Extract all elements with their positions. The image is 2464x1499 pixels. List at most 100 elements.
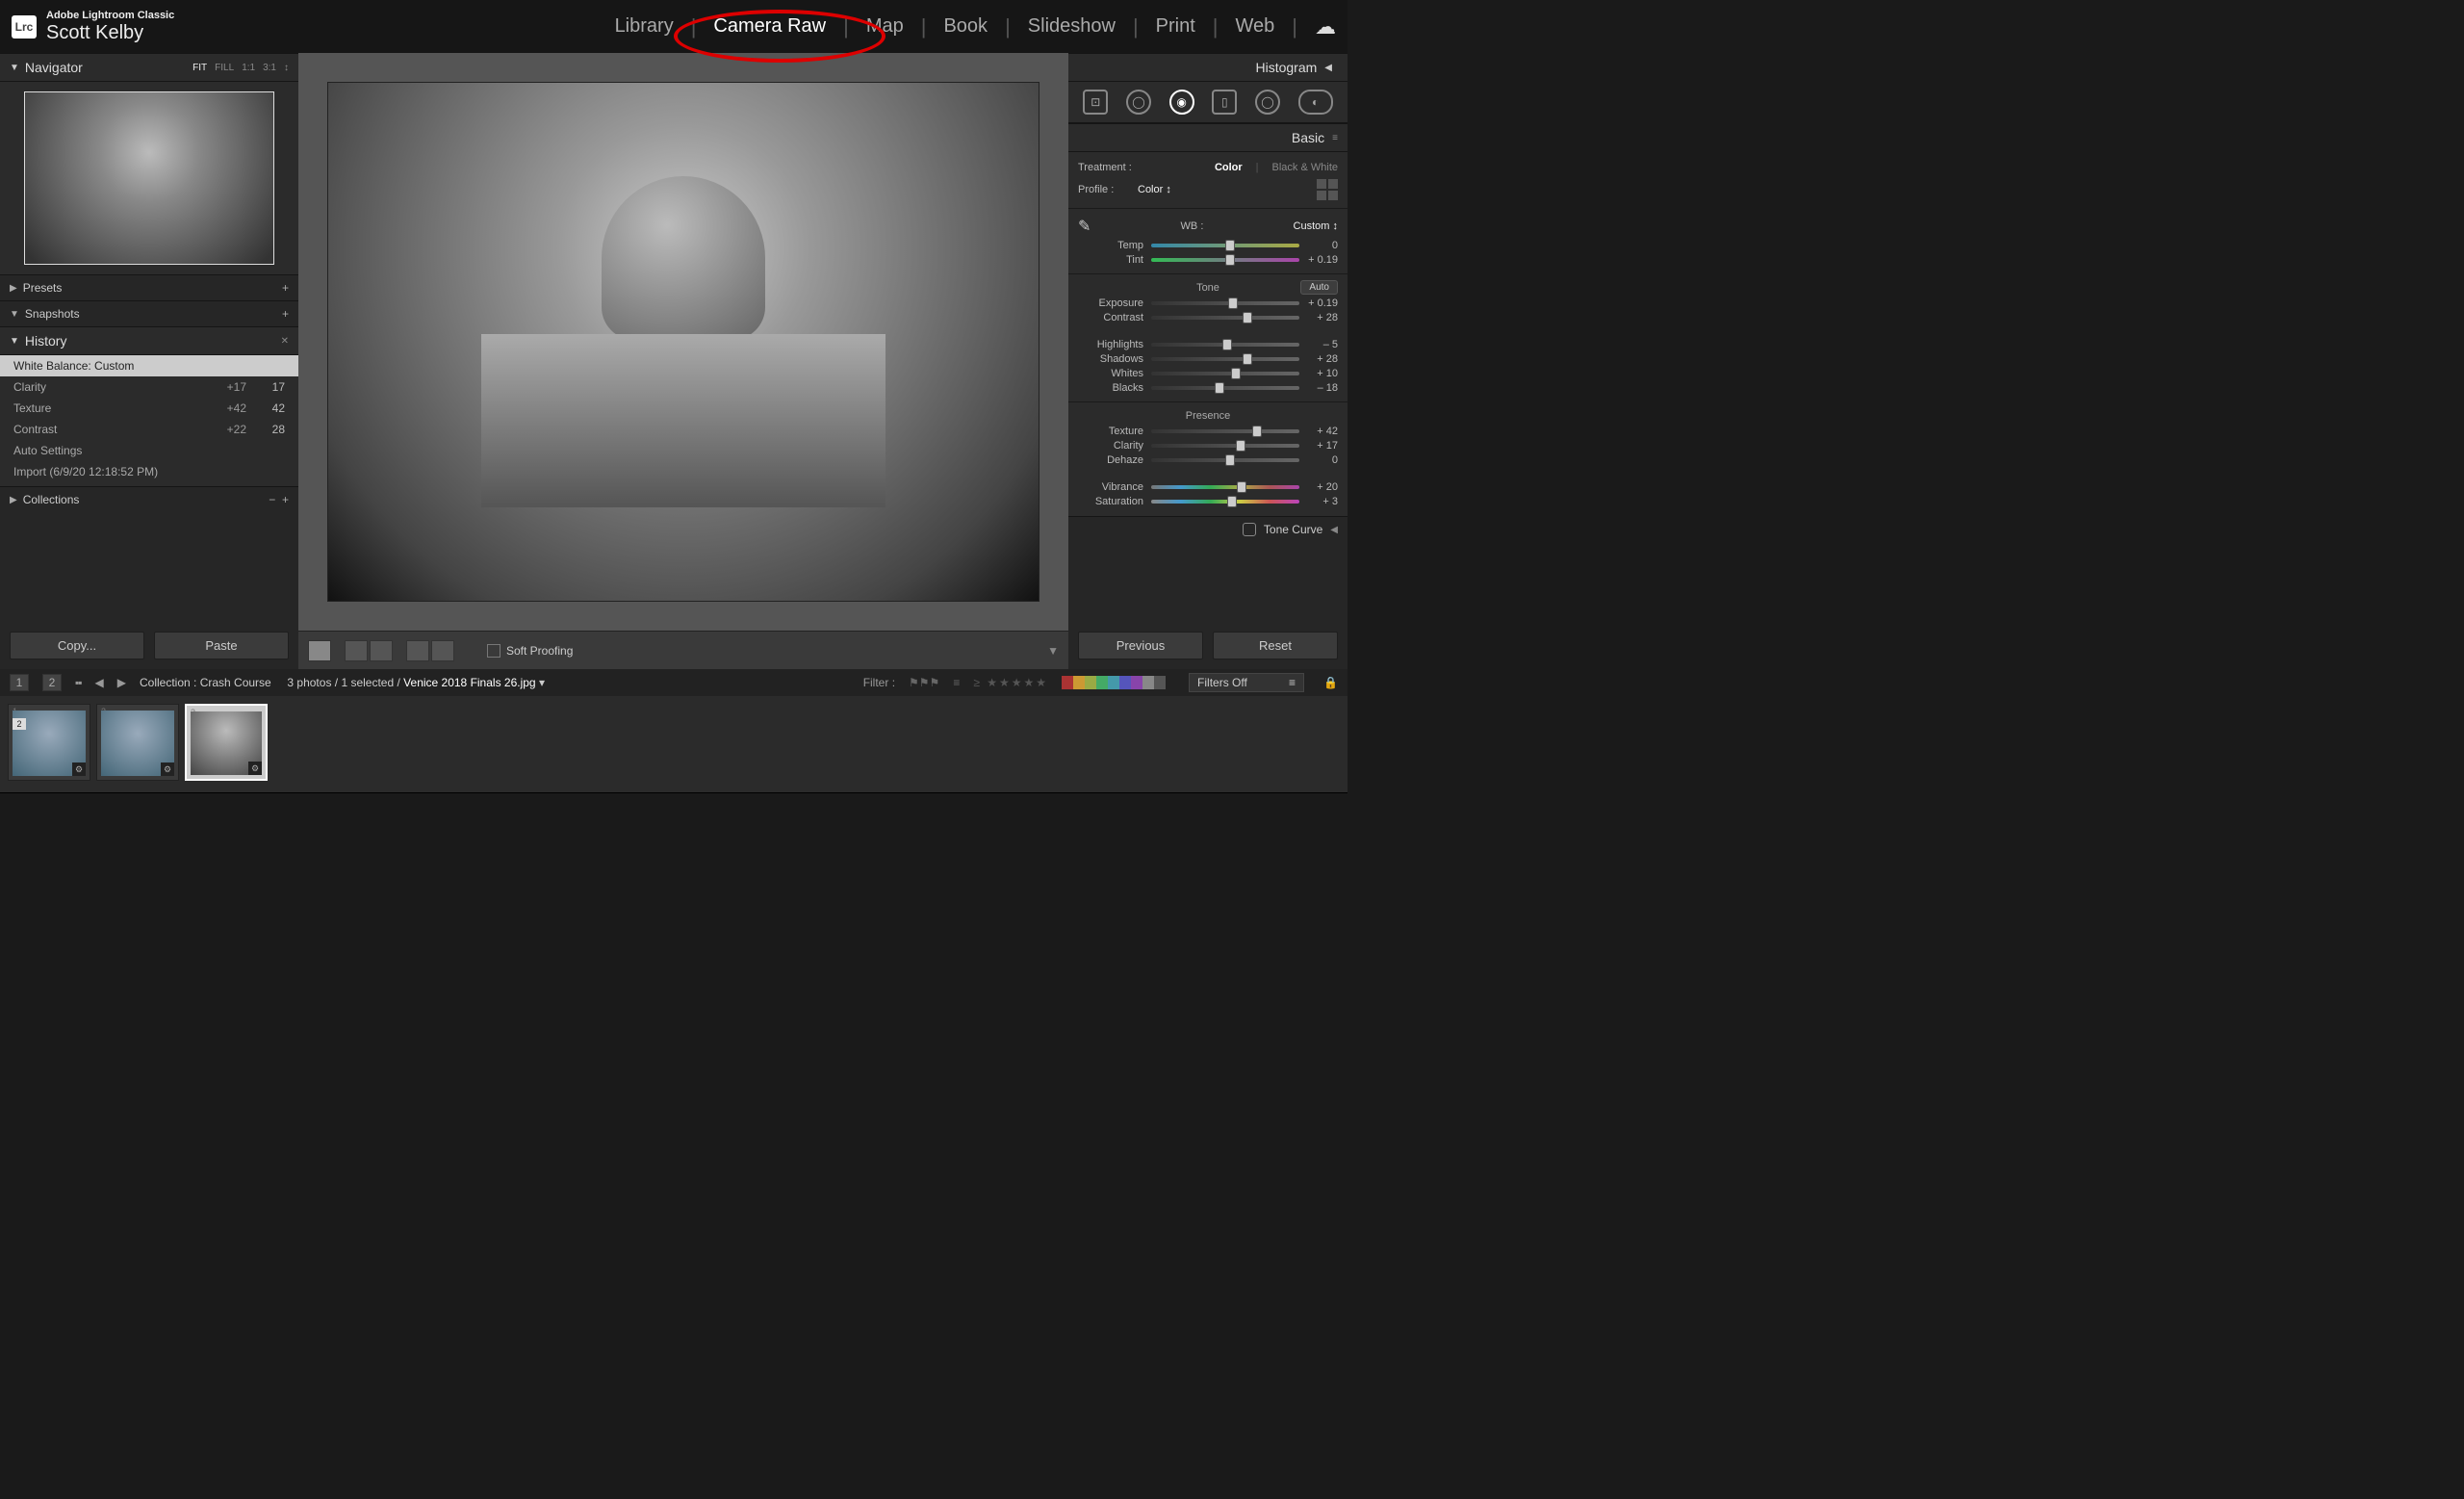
slider-highlights[interactable]: Highlights – 5 <box>1078 339 1338 350</box>
module-print[interactable]: Print <box>1139 15 1213 38</box>
module-map[interactable]: Map <box>849 15 921 38</box>
filmstrip[interactable]: 12⚙2⚙3⚙ <box>0 696 1348 792</box>
history-list: White Balance: CustomClarity+1717Texture… <box>0 355 298 486</box>
before-after-tb-button[interactable] <box>406 640 429 661</box>
histogram-header[interactable]: Histogram ◀ <box>1068 53 1348 82</box>
navigator-header[interactable]: ▼ Navigator FIT FILL 1:1 3:1 ↕ <box>0 53 298 82</box>
snapshots-section[interactable]: ▼ Snapshots + <box>0 300 298 326</box>
history-item[interactable]: Clarity+1717 <box>0 376 298 398</box>
toolbar-options-icon[interactable]: ▼ <box>1047 644 1059 658</box>
slider-dehaze[interactable]: Dehaze 0 <box>1078 454 1338 466</box>
go-forward-icon[interactable]: ▶ <box>117 676 126 689</box>
zoom-stepper-icon[interactable]: ↕ <box>284 63 289 73</box>
rating-filter[interactable]: ≥ ★★★★★ <box>973 676 1048 689</box>
cloud-sync-icon[interactable]: ☁ <box>1297 14 1336 39</box>
filmstrip-thumb[interactable]: 3⚙ <box>185 704 268 781</box>
filters-off-dropdown[interactable]: Filters Off≡ <box>1189 673 1304 692</box>
grid-icon[interactable]: ▪▪ <box>75 676 82 689</box>
previous-button[interactable]: Previous <box>1078 632 1203 659</box>
spot-removal-tool-icon[interactable]: ◯ <box>1126 90 1151 115</box>
filter-label: Filter : <box>863 676 895 689</box>
slider-texture[interactable]: Texture + 42 <box>1078 426 1338 437</box>
main-preview[interactable] <box>298 53 1068 631</box>
slider-contrast[interactable]: Contrast + 28 <box>1078 312 1338 323</box>
slider-saturation[interactable]: Saturation + 3 <box>1078 496 1338 507</box>
history-item[interactable]: Contrast+2228 <box>0 419 298 440</box>
filmstrip-thumb[interactable]: 12⚙ <box>8 704 90 781</box>
history-item[interactable]: Texture+4242 <box>0 398 298 419</box>
profile-browser-icon[interactable] <box>1317 179 1338 200</box>
zoom-1to1[interactable]: 1:1 <box>242 63 255 73</box>
add-preset-icon[interactable]: + <box>282 281 289 295</box>
module-camera-raw[interactable]: Camera Raw <box>696 15 843 38</box>
soft-proofing-checkbox[interactable] <box>487 644 500 658</box>
crop-tool-icon[interactable]: ⊡ <box>1083 90 1108 115</box>
reset-button[interactable]: Reset <box>1213 632 1338 659</box>
basic-title: Basic <box>1292 130 1324 145</box>
slider-vibrance[interactable]: Vibrance + 20 <box>1078 481 1338 493</box>
history-item[interactable]: White Balance: Custom <box>0 355 298 376</box>
source-path[interactable]: Collection : Crash Course 3 photos / 1 s… <box>140 676 545 689</box>
zoom-fit[interactable]: FIT <box>192 63 207 73</box>
before-after-lr-button[interactable] <box>345 640 368 661</box>
paste-settings-button[interactable]: Paste <box>154 632 289 659</box>
radial-filter-tool-icon[interactable]: ◯ <box>1255 90 1280 115</box>
chevron-left-icon: ◀ <box>1324 63 1332 73</box>
slider-whites[interactable]: Whites + 10 <box>1078 368 1338 379</box>
slider-temp[interactable]: Temp 0 <box>1078 240 1338 251</box>
wb-label: WB : <box>1181 220 1204 232</box>
module-web[interactable]: Web <box>1219 15 1293 38</box>
profile-dropdown[interactable]: Color ↕ <box>1138 184 1171 195</box>
color-label-filter[interactable] <box>1062 676 1166 689</box>
history-header[interactable]: ▼ History ✕ <box>0 326 298 355</box>
module-slideshow[interactable]: Slideshow <box>1011 15 1133 38</box>
soft-proofing-toggle[interactable]: Soft Proofing <box>487 644 573 658</box>
panel-switch-icon[interactable]: ≡ <box>1332 133 1338 143</box>
treatment-bw[interactable]: Black & White <box>1272 162 1338 173</box>
wb-dropdown[interactable]: Custom ↕ <box>1294 220 1338 232</box>
history-item[interactable]: Auto Settings <box>0 440 298 461</box>
basic-header[interactable]: Basic ≡ <box>1068 123 1348 152</box>
slider-blacks[interactable]: Blacks – 18 <box>1078 382 1338 394</box>
filter-settings-icon[interactable]: ≡ <box>953 676 960 689</box>
zoom-3to1[interactable]: 3:1 <box>263 63 276 73</box>
treatment-color[interactable]: Color <box>1215 162 1243 173</box>
panel-switch-icon[interactable] <box>1243 523 1256 536</box>
copy-settings-button[interactable]: Copy... <box>10 632 144 659</box>
collections-section[interactable]: ▶ Collections − + <box>0 486 298 512</box>
slider-tint[interactable]: Tint + 0.19 <box>1078 254 1338 266</box>
identity-name: Scott Kelby <box>46 22 174 43</box>
slider-exposure[interactable]: Exposure + 0.19 <box>1078 297 1338 309</box>
module-library[interactable]: Library <box>598 15 691 38</box>
slider-clarity[interactable]: Clarity + 17 <box>1078 440 1338 452</box>
left-panel: ▼ Navigator FIT FILL 1:1 3:1 ↕ ▶ Presets… <box>0 53 298 669</box>
redeye-tool-icon[interactable]: ◉ <box>1169 90 1194 115</box>
auto-tone-button[interactable]: Auto <box>1300 280 1338 295</box>
add-collection-icon[interactable]: + <box>282 493 289 506</box>
tool-strip: ⊡ ◯ ◉ ▯ ◯ ◐ <box>1068 82 1348 123</box>
filmstrip-thumb[interactable]: 2⚙ <box>96 704 179 781</box>
second-window-button[interactable]: 2 <box>42 674 62 691</box>
go-back-icon[interactable]: ◀ <box>95 676 104 689</box>
main-window-button[interactable]: 1 <box>10 674 29 691</box>
loupe-view-button[interactable] <box>308 640 331 661</box>
before-after-tb2-button[interactable] <box>431 640 454 661</box>
module-book[interactable]: Book <box>926 15 1005 38</box>
graduated-filter-tool-icon[interactable]: ▯ <box>1212 90 1237 115</box>
navigator-preview[interactable] <box>0 82 298 274</box>
add-snapshot-icon[interactable]: + <box>282 307 289 321</box>
presets-section[interactable]: ▶ Presets + <box>0 274 298 300</box>
tone-curve-header[interactable]: Tone Curve ◀ <box>1068 516 1348 542</box>
flag-filter-icon[interactable]: ⚑⚑⚑ <box>909 676 939 689</box>
toolbar: Soft Proofing ▼ <box>298 631 1068 669</box>
before-after-lr2-button[interactable] <box>370 640 393 661</box>
slider-shadows[interactable]: Shadows + 28 <box>1078 353 1338 365</box>
clear-history-icon[interactable]: ✕ <box>281 336 289 347</box>
zoom-fill[interactable]: FILL <box>215 63 234 73</box>
remove-collection-icon[interactable]: − <box>269 493 275 506</box>
wb-eyedropper-icon[interactable]: ✎ <box>1078 217 1091 236</box>
adjustment-brush-tool-icon[interactable]: ◐ <box>1298 90 1333 115</box>
history-item[interactable]: Import (6/9/20 12:18:52 PM) <box>0 461 298 482</box>
filter-lock-icon[interactable]: 🔒 <box>1323 676 1338 689</box>
chevron-right-icon: ▶ <box>10 283 17 294</box>
